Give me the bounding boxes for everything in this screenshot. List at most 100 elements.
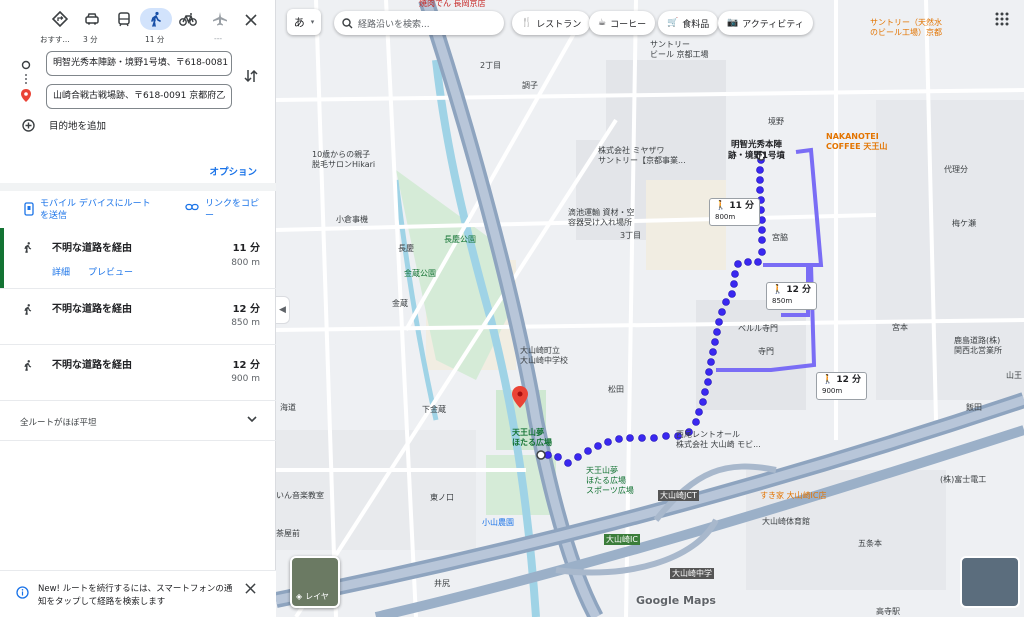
route-time: 12 分 [232, 360, 260, 371]
details-link[interactable]: 詳細 [52, 265, 70, 278]
place-label[interactable]: 天王山夢 ほたる広場 スポーツ広場 [586, 466, 634, 496]
place-label[interactable]: 滴池運輸 資材・空 容器受け入れ場所 [568, 208, 635, 228]
place-label[interactable]: 大山崎中学 [670, 568, 714, 579]
place-label[interactable]: (株)富士電工 [940, 474, 986, 485]
place-label[interactable]: 大山崎町立 大山崎中学校 [520, 346, 568, 366]
place-label[interactable]: 梅ケ瀬 [952, 218, 976, 229]
layers-button[interactable]: ◈ レイヤ [290, 556, 340, 608]
place-label[interactable]: 井尻 [434, 578, 450, 589]
place-label[interactable]: 山王 [1006, 370, 1022, 381]
chip-restaurant[interactable]: 🍴 レストラン [512, 11, 591, 35]
route-time-label-2[interactable]: 🚶 12 分 850m [766, 282, 818, 310]
place-label[interactable]: 3丁目 [620, 230, 641, 241]
place-label[interactable]: 長慶公園 [444, 234, 476, 245]
place-label[interactable]: 宮脇 [772, 232, 788, 243]
mode-walk[interactable]: 11 分 [140, 8, 172, 44]
coffee-icon: ☕ [598, 18, 607, 28]
route-distance: 850 m [231, 318, 260, 328]
copy-link-button[interactable]: リンクをコピー [185, 198, 265, 222]
place-label[interactable]: 鹿島道路(株) 関西北営業所 [954, 336, 1002, 356]
place-label[interactable]: 金蔵 [392, 298, 408, 309]
place-label[interactable]: 茶屋前 [276, 528, 300, 539]
layers-label: レイヤ [305, 592, 329, 601]
place-label[interactable]: すき家 大山崎IC店 [760, 490, 827, 501]
place-label[interactable]: 宮本 [892, 322, 908, 333]
preview-link[interactable]: プレビュー [88, 265, 133, 278]
place-label[interactable]: 金蔵公園 [404, 268, 436, 279]
place-label[interactable]: いん音楽教室 [276, 490, 324, 501]
route-label-distance: 800m [715, 213, 736, 221]
place-label[interactable]: サントリー ビール 京都工場 [650, 40, 709, 60]
swap-button[interactable] [244, 68, 258, 87]
place-label[interactable]: 10歳からの親子 脱毛サロンHikari [312, 150, 375, 170]
chevron-left-icon: ◀ [279, 305, 286, 315]
dismiss-button[interactable] [245, 583, 256, 597]
route-option-2[interactable]: 不明な道路を経由 12 分 850 m [0, 288, 276, 344]
chip-activity[interactable]: 📷 アクティビティ [718, 11, 813, 35]
google-maps-logo: Google Maps [636, 594, 716, 607]
start-label[interactable]: 明智光秀本陣 跡・境野1号墳 [728, 140, 785, 162]
street-view-thumbnail[interactable] [960, 556, 1020, 608]
place-label[interactable]: 五条本 [858, 538, 882, 549]
directions-panel: おすす... 3 分 11 分 --- 明智光秀本陣跡・境野1号墳、〒618-0… [0, 0, 276, 617]
mode-car[interactable]: 3 分 [76, 8, 108, 44]
send-to-mobile-button[interactable]: モバイル デバイスにルートを送信 [24, 198, 164, 222]
place-label[interactable]: 焼肉でん 長岡京店 [419, 0, 486, 9]
route-label-time: 11 分 [729, 201, 755, 211]
route-option-1[interactable]: 不明な道路を経由 11 分 800 m 詳細 プレビュー [0, 228, 276, 288]
restaurant-icon: 🍴 [521, 18, 533, 28]
place-label[interactable]: 株式会社 ミヤザワ サントリー【京都事業... [598, 146, 686, 166]
expand-button[interactable] [246, 414, 258, 427]
place-label[interactable]: 寺門 [758, 346, 774, 357]
notification-banner: New! ルートを続行するには、スマートフォンの通知をタップして経路を検索します [0, 570, 276, 617]
place-label[interactable]: 小山農園 [482, 517, 514, 528]
apps-button[interactable] [995, 12, 1009, 29]
mode-transit[interactable] [108, 8, 140, 30]
place-label[interactable]: 下金蔵 [422, 404, 446, 415]
mode-flight[interactable]: --- [204, 8, 236, 43]
route-time-label-3[interactable]: 🚶 12 分 900m [816, 372, 868, 400]
mode-label: おすす... [40, 35, 70, 44]
place-label[interactable]: 東ノ口 [430, 492, 454, 503]
end-label[interactable]: 天王山夢 ほたる広場 [512, 428, 552, 448]
language-label: あ [293, 16, 305, 29]
place-label[interactable]: ベルル寺門 [738, 323, 778, 334]
destination-input[interactable]: 山崎合戦古戦場跡、〒618-0091 京都府乙 [46, 84, 232, 109]
place-label[interactable]: 大山崎JCT [658, 490, 699, 501]
options-link[interactable]: オプション [209, 164, 257, 178]
route-option-3[interactable]: 不明な道路を経由 12 分 900 m [0, 344, 276, 400]
origin-input[interactable]: 明智光秀本陣跡・境野1号墳、〒618-0081 [46, 51, 232, 76]
place-label[interactable]: NAKANOTEI COFFEE 天王山 [826, 132, 887, 152]
mode-label: 11 分 [145, 35, 165, 44]
place-label[interactable]: 飯田 [966, 402, 982, 413]
place-label[interactable]: 代理分 [944, 164, 968, 175]
mode-label: --- [214, 34, 223, 43]
chip-coffee[interactable]: ☕ コーヒー [589, 11, 656, 35]
place-label[interactable]: 長慶 [398, 243, 414, 254]
close-icon [245, 583, 256, 594]
place-label[interactable]: 海道 [280, 402, 296, 413]
add-destination-button[interactable]: 目的地を追加 [22, 118, 106, 132]
mode-bicycle[interactable] [172, 8, 204, 30]
place-label[interactable]: 高寺駅 [876, 606, 900, 617]
place-label[interactable]: 大山崎体育館 [762, 516, 810, 527]
search-along-route-input[interactable]: 経路沿いを検索... [334, 11, 504, 35]
route-title: 不明な道路を経由 [52, 304, 132, 315]
place-label[interactable]: サントリー（天然水 のビール工場）京都 [870, 18, 942, 38]
place-label[interactable]: 境野 [768, 116, 784, 127]
bicycle-icon [172, 8, 204, 30]
place-label[interactable]: 大山崎IC [604, 534, 640, 545]
route-time-label-1[interactable]: 🚶 11 分 800m [709, 198, 761, 226]
place-label[interactable]: 松田 [608, 384, 624, 395]
collapse-panel-button[interactable]: ◀ [276, 296, 290, 324]
map-canvas[interactable]: 焼肉でん 長岡京店 サントリー（天然水 のビール工場）京都 サントリー ビール … [276, 0, 1024, 617]
place-label[interactable]: 2丁目 [480, 60, 501, 71]
place-label[interactable]: 小倉事機 [336, 214, 368, 225]
mode-recommended[interactable]: おすす... [40, 8, 76, 44]
notice-text: New! ルートを続行するには、スマートフォンの通知をタップして経路を検索します [38, 584, 233, 607]
close-button[interactable] [241, 10, 261, 30]
language-button[interactable]: あ ▾ [287, 9, 321, 35]
chip-grocery[interactable]: 🛒 食料品 [658, 11, 719, 35]
place-label[interactable]: 西尾レントオール 株式会社 大山崎 モビ... [676, 430, 761, 450]
place-label[interactable]: 調子 [522, 80, 538, 91]
